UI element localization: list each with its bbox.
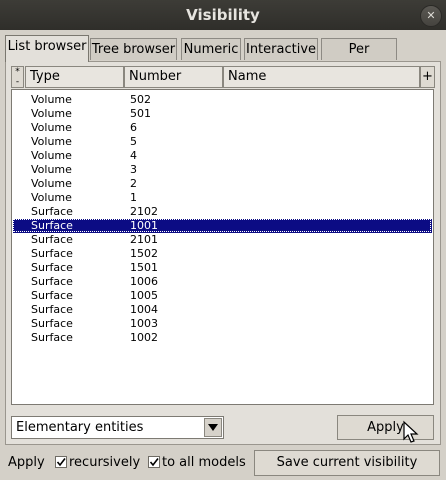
list-item[interactable]: Surface 2101: [13, 233, 432, 247]
tab-interactive[interactable]: Interactive: [244, 38, 318, 60]
entity-type: Volume: [31, 177, 72, 190]
entity-type-select[interactable]: Elementary entities: [11, 416, 224, 439]
title-bar: Visibility ✕: [0, 0, 446, 30]
list-item[interactable]: Surface 1005: [13, 289, 432, 303]
entity-type: Volume: [31, 93, 72, 106]
entity-type: Volume: [31, 191, 72, 204]
mouse-pointer-icon: [402, 420, 422, 448]
list-item[interactable]: Volume 502: [13, 93, 432, 107]
entity-type: Surface: [31, 275, 73, 288]
add-column-button[interactable]: +: [420, 66, 435, 88]
entity-type: Surface: [31, 261, 73, 274]
entity-type: Volume: [31, 163, 72, 176]
list-item[interactable]: Volume 5: [13, 135, 432, 149]
list-item[interactable]: Volume 6: [13, 121, 432, 135]
entity-type: Surface: [31, 247, 73, 260]
column-header-name[interactable]: Name: [223, 66, 420, 88]
entity-number: 1501: [130, 261, 158, 274]
column-header-type[interactable]: Type: [25, 66, 124, 88]
entity-number: 3: [130, 163, 137, 176]
to-all-models-checkbox[interactable]: [148, 456, 160, 468]
list-item[interactable]: Surface 1004: [13, 303, 432, 317]
entity-type: Volume: [31, 149, 72, 162]
list-item[interactable]: Volume 4: [13, 149, 432, 163]
focus-outline: [13, 219, 431, 232]
dropdown-arrow-icon[interactable]: [204, 418, 222, 437]
entity-number: 1502: [130, 247, 158, 260]
entity-number: 4: [130, 149, 137, 162]
list-item[interactable]: Surface 1002: [13, 331, 432, 345]
save-visibility-button[interactable]: Save current visibility: [254, 450, 440, 476]
recursively-label: recursively: [69, 455, 141, 470]
list-item[interactable]: Surface 1006: [13, 275, 432, 289]
entity-list[interactable]: Volume 502 Volume 501 Volume 6 Volume 5 Volume 4 V…: [11, 89, 434, 405]
tab-list-browser[interactable]: List browser: [5, 35, 89, 62]
entity-number: 1005: [130, 289, 158, 302]
tab-numeric[interactable]: Numeric: [181, 38, 241, 60]
recursively-checkbox[interactable]: [55, 456, 67, 468]
entity-type: Volume: [31, 107, 72, 120]
entity-number: 2101: [130, 233, 158, 246]
entity-type: Surface: [31, 205, 73, 218]
sort-all-label: *: [15, 67, 20, 77]
entity-number: 501: [130, 107, 151, 120]
entity-type: Surface: [31, 303, 73, 316]
entity-type: Volume: [31, 135, 72, 148]
tab-per-window[interactable]: Per window: [321, 38, 397, 78]
list-item[interactable]: Volume 3: [13, 163, 432, 177]
entity-number: 1: [130, 191, 137, 204]
entity-type: Surface: [31, 233, 73, 246]
to-all-models-label: to all models: [162, 455, 246, 470]
list-item[interactable]: Surface 1502: [13, 247, 432, 261]
list-item[interactable]: Volume 1: [13, 191, 432, 205]
entity-type: Surface: [31, 289, 73, 302]
list-item-selected[interactable]: Surface 1001: [13, 219, 432, 233]
list-item[interactable]: Volume 501: [13, 107, 432, 121]
entity-number: 6: [130, 121, 137, 134]
entity-type: Surface: [31, 317, 73, 330]
list-item[interactable]: Surface 1003: [13, 317, 432, 331]
tab-tree-browser[interactable]: Tree browser: [90, 38, 177, 60]
entity-type-value: Elementary entities: [16, 420, 144, 435]
entity-number: 2102: [130, 205, 158, 218]
column-header-number[interactable]: Number: [124, 66, 223, 88]
entity-number: 1004: [130, 303, 158, 316]
entity-type: Surface: [31, 331, 73, 344]
entity-number: 1003: [130, 317, 158, 330]
list-item[interactable]: Surface 2102: [13, 205, 432, 219]
window-title: Visibility: [186, 6, 260, 24]
entity-number: 5: [130, 135, 137, 148]
sort-toggle-button[interactable]: * -: [11, 66, 24, 88]
list-item[interactable]: Volume 2: [13, 177, 432, 191]
sort-none-label: -: [15, 77, 20, 87]
close-icon[interactable]: ✕: [420, 5, 442, 27]
entity-number: 1006: [130, 275, 158, 288]
entity-type: Volume: [31, 121, 72, 134]
entity-number: 1002: [130, 331, 158, 344]
list-item[interactable]: Surface 1501: [13, 261, 432, 275]
entity-number: 2: [130, 177, 137, 190]
apply-prefix-label: Apply: [8, 455, 45, 470]
entity-number: 502: [130, 93, 151, 106]
